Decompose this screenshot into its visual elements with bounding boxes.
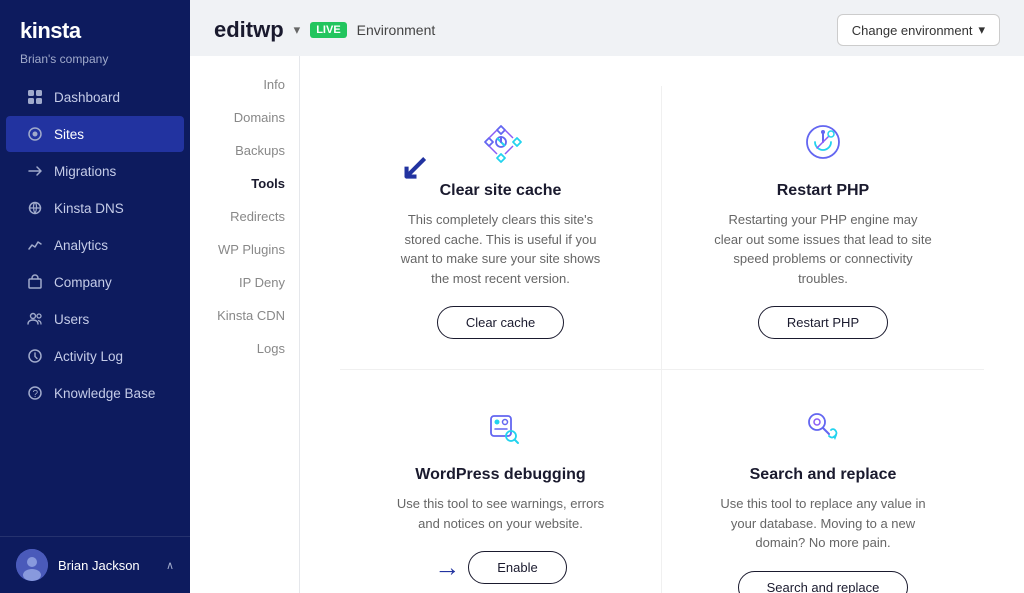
search-replace-icon [797, 400, 849, 452]
wp-debugging-icon [475, 400, 527, 452]
sub-nav: InfoDomainsBackupsToolsRedirectsWP Plugi… [190, 56, 300, 593]
tools-panel: ↙ Clear site cache This completely clear… [300, 56, 1024, 593]
clear-cache-title: Clear site cache [440, 182, 562, 200]
main-content: editwp ▾ LIVE Environment Change environ… [190, 0, 1024, 593]
dashboard-icon [26, 88, 44, 106]
sidebar-item-label: Migrations [54, 164, 116, 179]
topbar-left: editwp ▾ LIVE Environment [214, 17, 435, 43]
search-replace-title: Search and replace [750, 466, 897, 484]
clear-cache-description: This completely clears this site's store… [391, 210, 611, 288]
restart-php-description: Restarting your PHP engine may clear out… [713, 210, 933, 288]
sidebar-item-sites[interactable]: Sites [6, 116, 184, 152]
sub-nav-item-ip-deny[interactable]: IP Deny [190, 266, 299, 299]
site-chevron-icon[interactable]: ▾ [294, 22, 301, 38]
sub-nav-item-info[interactable]: Info [190, 68, 299, 101]
sub-nav-item-backups[interactable]: Backups [190, 134, 299, 167]
sidebar-item-label: Analytics [54, 238, 108, 253]
kinsta-dns-icon [26, 199, 44, 217]
wp-debugging-description: Use this tool to see warnings, errors an… [391, 494, 611, 533]
sidebar-item-label: Knowledge Base [54, 386, 155, 401]
topbar: editwp ▾ LIVE Environment Change environ… [190, 0, 1024, 56]
change-environment-button[interactable]: Change environment ▾ [837, 14, 1000, 46]
sub-nav-item-redirects[interactable]: Redirects [190, 200, 299, 233]
analytics-icon [26, 236, 44, 254]
arrow-right-icon: → [434, 552, 460, 583]
sidebar-item-users[interactable]: Users [6, 301, 184, 337]
wp-debugging-button[interactable]: Enable [468, 551, 566, 584]
sidebar-item-label: Kinsta DNS [54, 201, 124, 216]
tool-card-clear-cache: Clear site cache This completely clears … [340, 86, 662, 370]
knowledge-base-icon: ? [26, 384, 44, 402]
sub-nav-item-tools[interactable]: Tools [190, 167, 299, 200]
sidebar-user[interactable]: Brian Jackson ∧ [0, 536, 190, 593]
sidebar-item-company[interactable]: Company [6, 264, 184, 300]
search-replace-button[interactable]: Search and replace [738, 571, 909, 593]
sidebar-item-label: Company [54, 275, 112, 290]
sidebar-item-kinsta-dns[interactable]: Kinsta DNS [6, 190, 184, 226]
migrations-icon [26, 162, 44, 180]
arrow-right-indicator: → Enable [434, 551, 566, 584]
sidebar-item-analytics[interactable]: Analytics [6, 227, 184, 263]
user-name: Brian Jackson [58, 558, 156, 573]
sidebar-nav: Dashboard Sites Migrations Kinsta DNS An… [0, 78, 190, 536]
svg-text:?: ? [33, 389, 39, 400]
arrow-down-indicator: ↙ [400, 146, 430, 188]
sidebar-item-knowledge-base[interactable]: ? Knowledge Base [6, 375, 184, 411]
tool-card-wp-debugging: WordPress debugging Use this tool to see… [340, 370, 662, 593]
search-replace-description: Use this tool to replace any value in yo… [713, 494, 933, 553]
sidebar-item-dashboard[interactable]: Dashboard [6, 79, 184, 115]
logo-text: kinsta [20, 18, 170, 44]
users-icon [26, 310, 44, 328]
tool-card-restart-php: Restart PHP Restarting your PHP engine m… [662, 86, 984, 370]
sidebar-item-label: Sites [54, 127, 84, 142]
restart-php-icon [797, 116, 849, 168]
content-area: InfoDomainsBackupsToolsRedirectsWP Plugi… [190, 56, 1024, 593]
tool-card-search-replace: Search and replace Use this tool to repl… [662, 370, 984, 593]
sub-nav-item-logs[interactable]: Logs [190, 332, 299, 365]
sites-icon [26, 125, 44, 143]
clear-cache-button[interactable]: Clear cache [437, 306, 564, 339]
sidebar-item-migrations[interactable]: Migrations [6, 153, 184, 189]
sidebar-item-label: Users [54, 312, 89, 327]
change-env-label: Change environment [852, 23, 973, 38]
change-env-chevron-icon: ▾ [978, 22, 985, 38]
sidebar-item-activity-log[interactable]: Activity Log [6, 338, 184, 374]
restart-php-title: Restart PHP [777, 182, 869, 200]
avatar [16, 549, 48, 581]
sub-nav-item-kinsta-cdn[interactable]: Kinsta CDN [190, 299, 299, 332]
sub-nav-item-wp-plugins[interactable]: WP Plugins [190, 233, 299, 266]
site-name: editwp [214, 17, 284, 43]
sidebar-item-label: Dashboard [54, 90, 120, 105]
tools-grid: Clear site cache This completely clears … [340, 86, 984, 593]
clear-cache-icon [475, 116, 527, 168]
env-label: Environment [357, 22, 436, 38]
sidebar-company: Brian's company [0, 50, 190, 78]
env-badge: LIVE [310, 22, 346, 38]
sub-nav-item-domains[interactable]: Domains [190, 101, 299, 134]
wp-debugging-title: WordPress debugging [415, 466, 585, 484]
activity-log-icon [26, 347, 44, 365]
sidebar-item-label: Activity Log [54, 349, 123, 364]
logo: kinsta [0, 0, 190, 50]
restart-php-button[interactable]: Restart PHP [758, 306, 888, 339]
company-icon [26, 273, 44, 291]
sidebar: kinsta Brian's company Dashboard Sites M… [0, 0, 190, 593]
user-chevron-icon[interactable]: ∧ [166, 559, 174, 572]
